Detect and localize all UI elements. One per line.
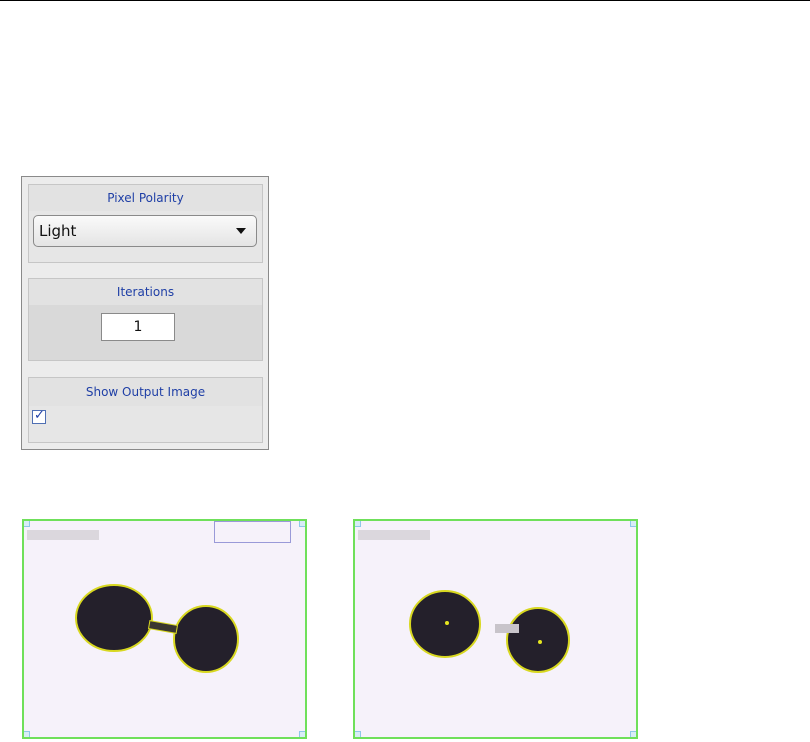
iterations-input[interactable]: 1 — [101, 313, 175, 341]
blobs-graphic — [75, 584, 239, 673]
corner-handle[interactable] — [24, 731, 30, 737]
blobs-graphic — [409, 590, 570, 673]
output-image-preview[interactable] — [353, 519, 638, 739]
corner-handle[interactable] — [355, 731, 361, 737]
iterations-group: Iterations 1 — [28, 278, 263, 361]
pixel-polarity-group: Pixel Polarity Light — [28, 184, 263, 263]
corner-handle[interactable] — [299, 521, 305, 527]
iterations-label: Iterations — [29, 279, 262, 305]
pixel-polarity-label: Pixel Polarity — [29, 185, 262, 211]
input-image-preview[interactable] — [22, 519, 307, 739]
show-output-image-checkbox[interactable]: ✓ — [32, 408, 46, 424]
corner-handle[interactable] — [299, 731, 305, 737]
checkmark-icon: ✓ — [34, 408, 45, 423]
corner-handle[interactable] — [630, 521, 636, 527]
pixel-polarity-value: Light — [39, 222, 77, 240]
show-output-image-label: Show Output Image — [29, 378, 262, 406]
pixel-polarity-dropdown[interactable]: Light — [33, 215, 257, 247]
corner-handle[interactable] — [355, 521, 361, 527]
top-rule — [0, 0, 810, 1]
corner-handle[interactable] — [24, 521, 30, 527]
show-output-image-group: Show Output Image ✓ — [28, 377, 263, 443]
iterations-body: 1 — [29, 305, 262, 360]
corner-handle[interactable] — [630, 731, 636, 737]
settings-panel: Pixel Polarity Light Iterations 1 Show O… — [21, 176, 269, 450]
chevron-down-icon[interactable] — [236, 228, 246, 234]
